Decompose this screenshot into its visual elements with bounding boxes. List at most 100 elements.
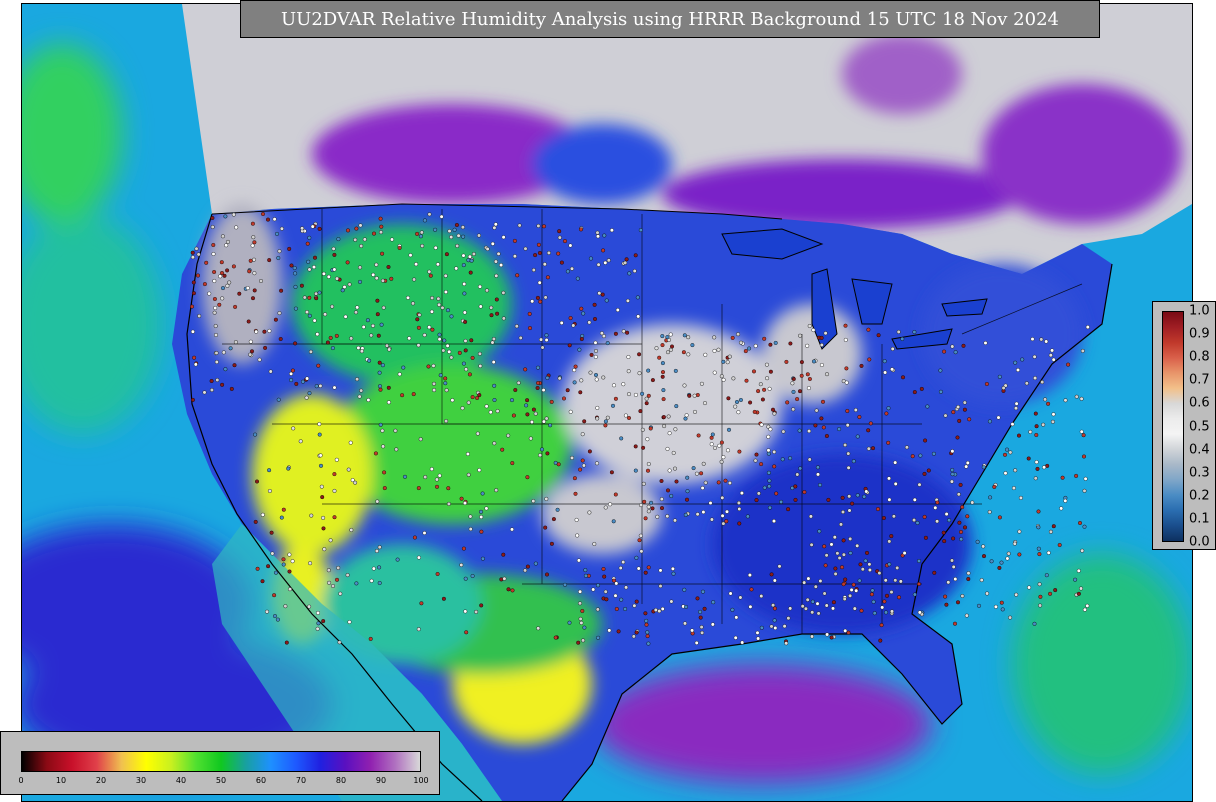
ratio-tick-label: 0.1 <box>1189 511 1210 527</box>
station-marker <box>695 393 700 398</box>
station-marker <box>619 597 624 602</box>
station-marker <box>1036 525 1041 530</box>
station-marker <box>855 493 860 498</box>
station-marker <box>346 228 351 233</box>
station-marker <box>935 500 940 505</box>
station-marker <box>578 390 583 395</box>
station-marker <box>736 410 741 415</box>
station-marker <box>887 539 892 544</box>
station-marker <box>767 484 772 489</box>
station-marker <box>880 605 885 610</box>
station-marker <box>805 372 810 377</box>
station-marker <box>981 544 986 549</box>
station-marker <box>354 226 359 231</box>
station-marker <box>372 231 377 236</box>
station-marker <box>551 517 556 522</box>
station-marker <box>428 273 433 278</box>
station-marker <box>442 338 447 343</box>
station-marker <box>747 346 752 351</box>
station-marker <box>572 368 577 373</box>
station-marker <box>661 388 666 393</box>
station-marker <box>525 564 530 569</box>
station-marker <box>541 419 546 424</box>
station-marker <box>416 555 421 560</box>
station-marker <box>882 359 887 364</box>
station-marker <box>890 346 895 351</box>
station-marker <box>562 396 567 401</box>
station-marker <box>966 571 971 576</box>
station-marker <box>643 516 648 521</box>
station-marker <box>252 271 257 276</box>
station-marker <box>225 283 230 288</box>
station-marker <box>571 323 576 328</box>
station-marker <box>791 377 796 382</box>
station-marker <box>466 258 471 263</box>
station-marker <box>574 517 579 522</box>
station-marker <box>528 436 533 441</box>
station-marker <box>492 398 497 403</box>
station-marker <box>573 491 578 496</box>
station-marker <box>748 400 753 405</box>
station-marker <box>845 423 850 428</box>
station-marker <box>1033 411 1038 416</box>
station-marker <box>1037 552 1042 557</box>
station-marker <box>768 342 773 347</box>
station-marker <box>805 343 810 348</box>
station-marker <box>316 610 321 615</box>
station-marker <box>634 630 639 635</box>
station-marker <box>417 312 422 317</box>
station-marker <box>772 618 777 623</box>
station-marker <box>814 408 819 413</box>
station-marker <box>559 320 564 325</box>
station-marker <box>685 497 690 502</box>
station-marker <box>309 513 314 518</box>
station-marker <box>1051 412 1056 417</box>
station-marker <box>736 332 741 337</box>
station-marker <box>444 388 449 393</box>
station-marker <box>668 347 673 352</box>
station-marker <box>733 404 738 409</box>
station-marker <box>636 314 641 319</box>
station-marker <box>843 443 848 448</box>
station-marker <box>477 351 482 356</box>
station-marker <box>220 234 225 239</box>
station-marker <box>321 526 326 531</box>
station-marker <box>944 512 949 517</box>
station-marker <box>863 558 868 563</box>
station-marker <box>581 311 586 316</box>
station-marker <box>233 340 238 345</box>
station-marker <box>479 515 484 520</box>
station-marker <box>646 641 651 646</box>
station-marker <box>556 462 561 467</box>
station-marker <box>955 435 960 440</box>
station-marker <box>380 363 385 368</box>
ratio-tick-label: 1.0 <box>1189 303 1210 319</box>
station-marker <box>595 230 600 235</box>
rh-tick-label: 80 <box>335 776 347 785</box>
station-marker <box>579 227 584 232</box>
station-marker <box>640 427 645 432</box>
station-marker <box>254 479 259 484</box>
station-marker <box>594 349 599 354</box>
station-marker <box>447 229 452 234</box>
station-marker <box>719 440 724 445</box>
station-marker <box>671 450 676 455</box>
station-marker <box>331 584 336 589</box>
station-marker <box>225 239 230 244</box>
station-marker <box>727 354 732 359</box>
desert-yellow <box>252 394 372 554</box>
station-marker <box>528 326 533 331</box>
station-marker <box>189 304 194 309</box>
station-marker <box>1010 422 1015 427</box>
station-marker <box>422 218 427 223</box>
station-marker <box>475 396 480 401</box>
station-marker <box>851 582 856 587</box>
station-marker <box>191 280 196 285</box>
station-marker <box>293 306 298 311</box>
station-marker <box>316 621 321 626</box>
station-marker <box>816 611 821 616</box>
station-marker <box>885 593 890 598</box>
station-marker <box>1016 368 1021 373</box>
station-marker <box>695 512 700 517</box>
station-marker <box>354 310 359 315</box>
